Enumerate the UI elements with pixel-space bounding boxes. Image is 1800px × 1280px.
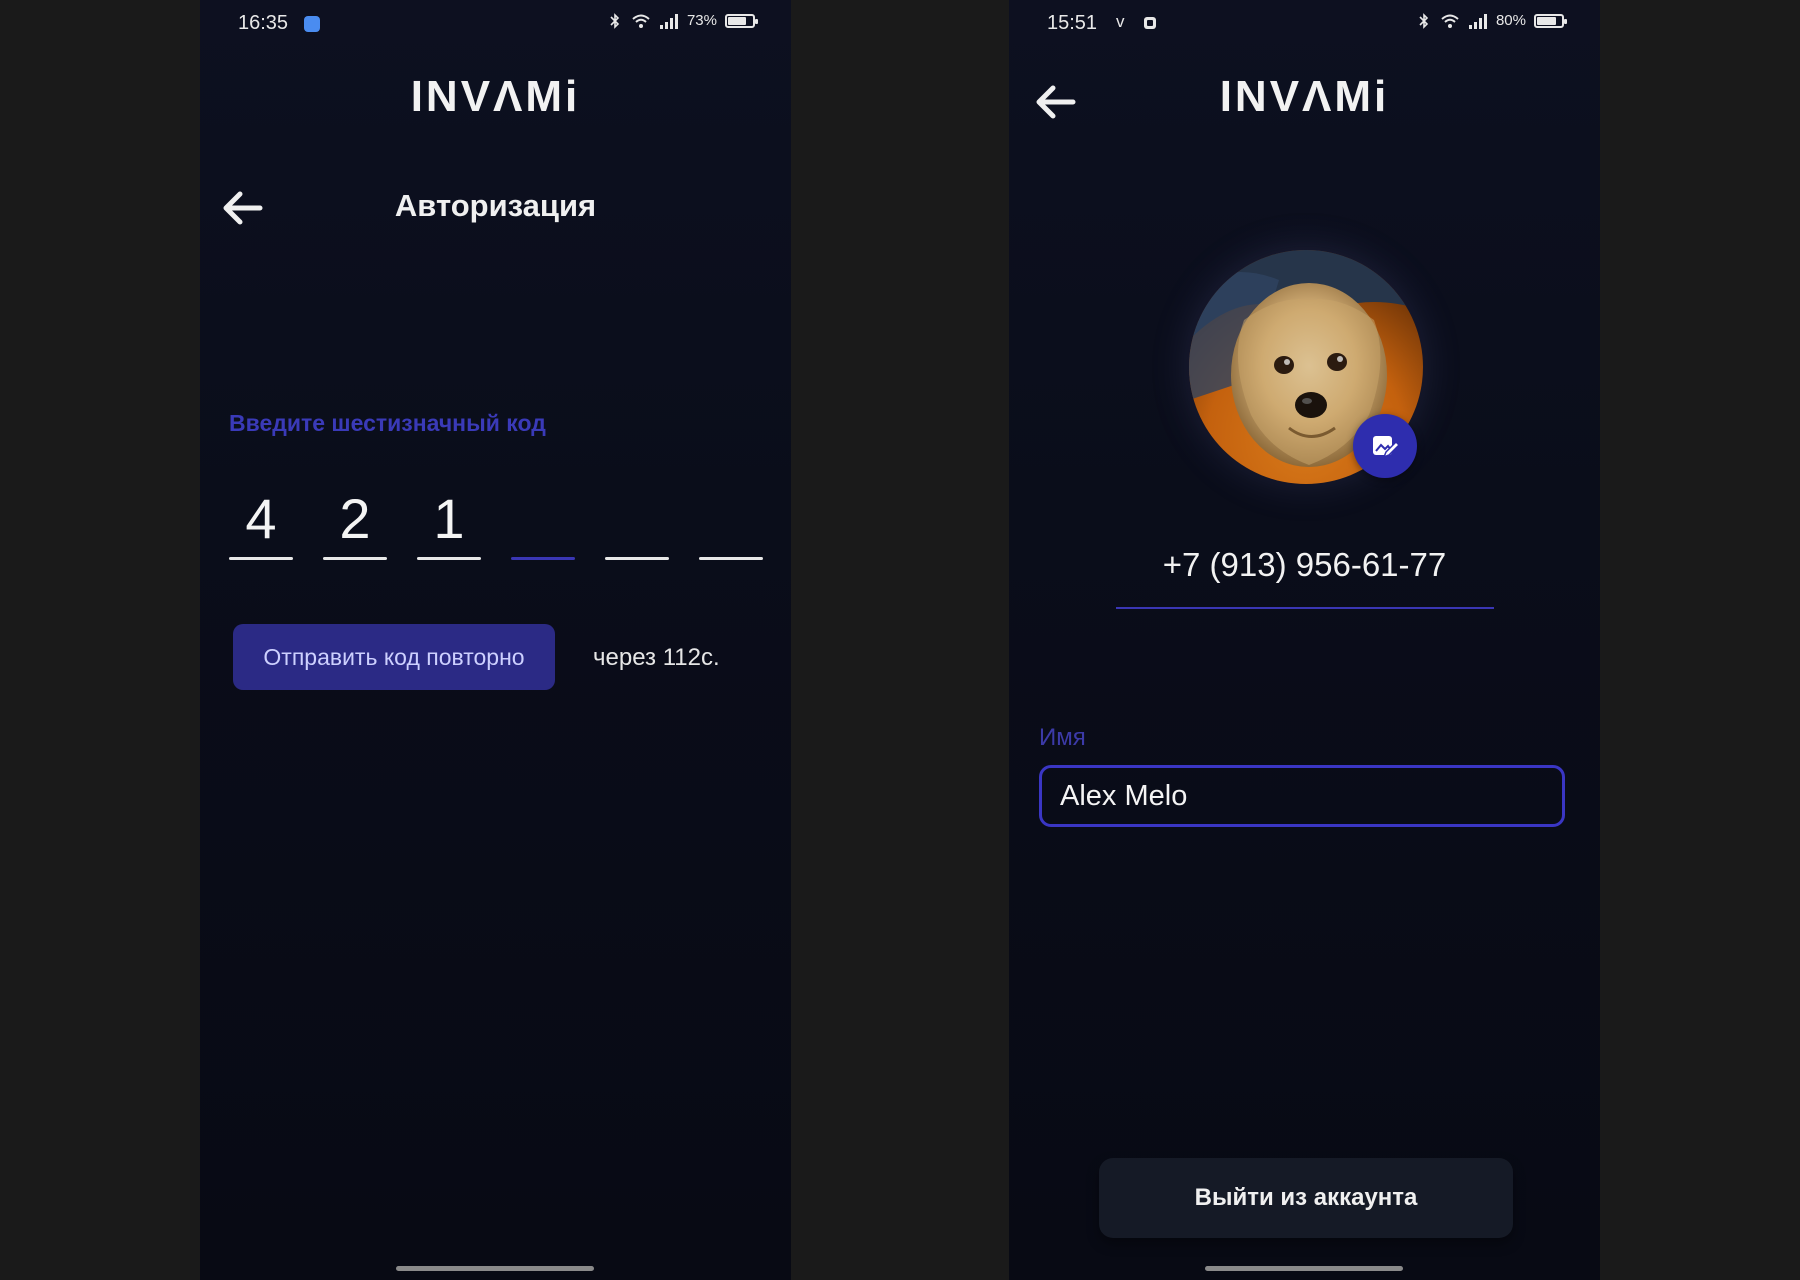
code-cell-6[interactable]	[699, 480, 763, 560]
code-cell-2[interactable]: 2	[323, 480, 387, 560]
battery-fill	[1537, 16, 1557, 25]
blue-app-icon	[304, 16, 320, 32]
status-bar: 15:51 v 80%	[1009, 0, 1600, 46]
profile-screen: 15:51 v 80% INVΛMi +7 (913) 956-61-77 Им…	[1009, 0, 1600, 1280]
code-digit: 4	[245, 487, 277, 550]
name-field[interactable]	[1039, 765, 1565, 827]
wifi-icon	[632, 14, 650, 28]
code-digit: 1	[433, 487, 465, 550]
battery-icon	[1534, 13, 1567, 28]
battery-fill	[728, 16, 746, 25]
resend-timer: через 112с.	[593, 644, 720, 671]
code-label: Введите шестизначный код	[229, 410, 546, 436]
edit-photo-button[interactable]	[1353, 414, 1417, 478]
bluetooth-icon	[610, 12, 620, 29]
code-underline	[417, 557, 481, 560]
code-underline	[229, 557, 293, 560]
battery-percent: 73%	[686, 12, 717, 29]
carrier-icon: v	[1116, 12, 1125, 31]
phone-number: +7 (913) 956-61-77	[1162, 546, 1447, 583]
app-logo: INVΛMi	[1219, 72, 1390, 121]
signal-icon	[1468, 13, 1487, 29]
status-time: 15:51	[1047, 12, 1098, 34]
notification-app-icon	[1144, 17, 1156, 29]
code-cell-1[interactable]: 4	[229, 480, 293, 560]
phone-number-underline	[1116, 607, 1494, 609]
status-bar: 16:35 73%	[200, 0, 791, 46]
logout-button[interactable]: Выйти из аккаунта	[1099, 1158, 1513, 1238]
edit-image-icon	[1373, 436, 1400, 459]
code-digit: 2	[339, 487, 371, 550]
code-cell-3[interactable]: 1	[417, 480, 481, 560]
battery-percent: 80%	[1495, 12, 1526, 29]
wifi-icon	[1441, 14, 1459, 28]
code-underline	[323, 557, 387, 560]
code-cell-5[interactable]	[605, 480, 669, 560]
auth-screen: 16:35 73% INVΛMi Авторизация Введите шес…	[200, 0, 791, 1280]
avatar-container	[1189, 250, 1423, 484]
code-cell-4[interactable]	[511, 480, 575, 560]
bluetooth-icon	[1419, 12, 1429, 29]
status-icons: 80%	[1416, 12, 1567, 29]
page-title: Авторизация	[394, 188, 597, 223]
status-icons: 73%	[607, 12, 758, 29]
code-underline	[511, 557, 575, 560]
home-indicator[interactable]	[396, 1266, 594, 1271]
status-time: 16:35	[238, 12, 289, 34]
battery-icon	[725, 13, 758, 28]
app-logo: INVΛMi	[410, 72, 581, 121]
home-indicator[interactable]	[1205, 1266, 1403, 1271]
name-label: Имя	[1039, 724, 1086, 751]
signal-icon	[659, 13, 678, 29]
code-input-row[interactable]: 4 2 1	[229, 480, 763, 560]
code-underline	[605, 557, 669, 560]
resend-code-button[interactable]: Отправить код повторно	[233, 624, 555, 690]
code-underline	[699, 557, 763, 560]
